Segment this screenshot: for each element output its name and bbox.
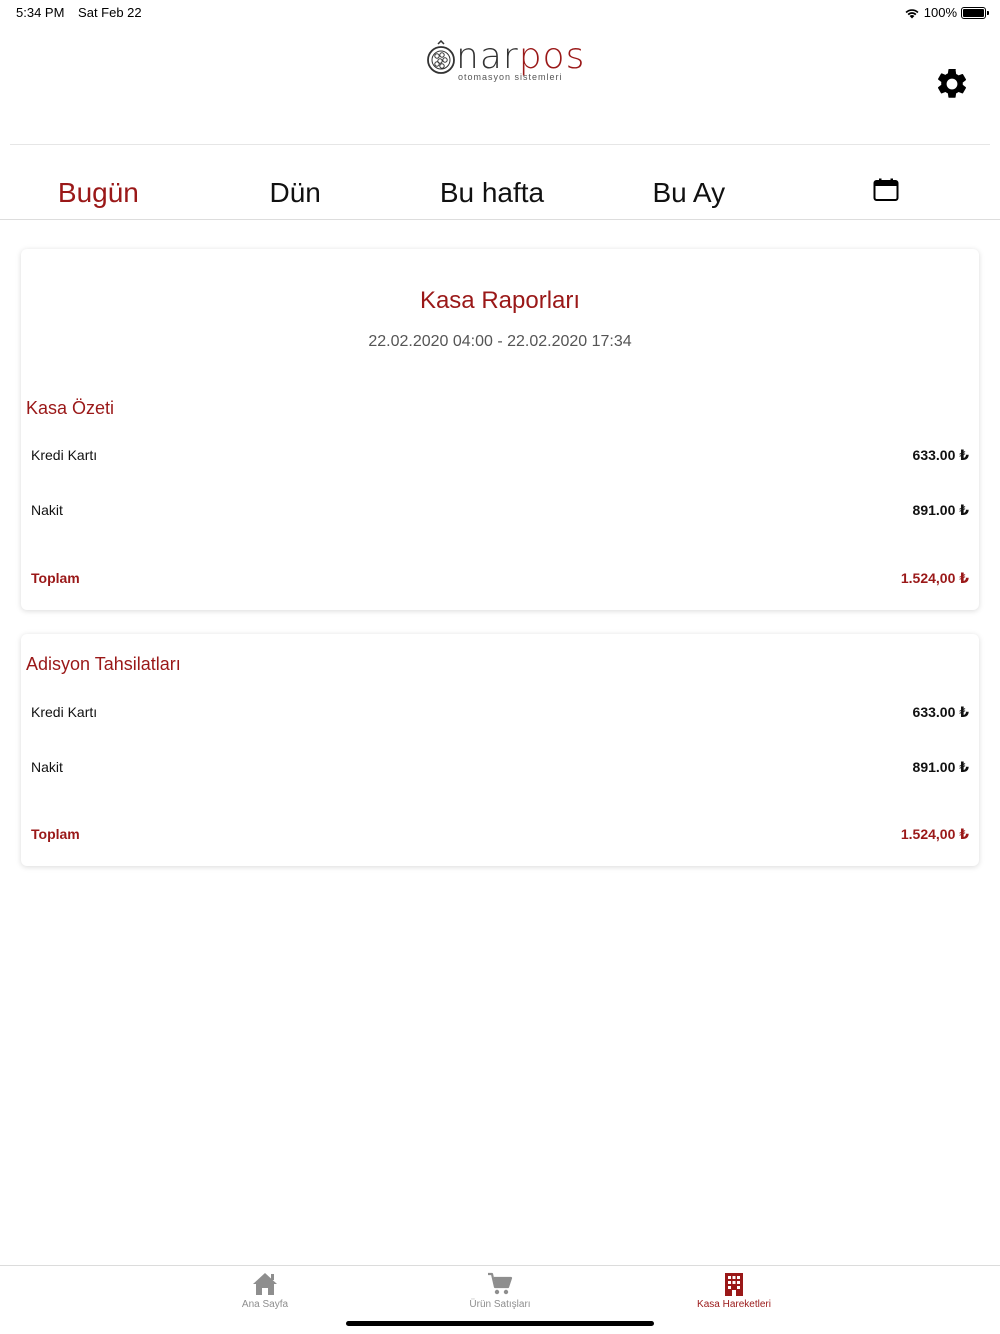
status-date: Sat Feb 22: [78, 5, 142, 20]
kasa-ozeti-title: Kasa Özeti: [26, 398, 115, 418]
list-item: Nakit 891.00 ₺: [31, 502, 969, 522]
logo-wordmark: narpos: [456, 36, 586, 77]
row-value: 633.00 ₺: [912, 447, 969, 463]
tab-yesterday[interactable]: Dün: [197, 166, 394, 219]
app-header: narpos otomasyon sistemleri: [0, 24, 1000, 144]
logo-subtitle: otomasyon sistemleri: [458, 72, 563, 82]
tabbar-label: Ürün Satışları: [469, 1299, 531, 1310]
row-label: Kredi Kartı: [31, 447, 98, 463]
total-row: Toplam 1.524,00 ₺: [31, 570, 969, 590]
tab-this-week[interactable]: Bu hafta: [394, 166, 591, 219]
total-value: 1.524,00 ₺: [900, 570, 969, 586]
total-value: 1.524,00 ₺: [900, 826, 969, 842]
list-item: Kredi Kartı 633.00 ₺: [31, 704, 969, 724]
home-icon: [253, 1273, 277, 1295]
building-icon: [725, 1273, 743, 1296]
tabbar-label: Ana Sayfa: [241, 1299, 289, 1310]
tab-today[interactable]: Bugün: [0, 166, 197, 219]
list-item: Kredi Kartı 633.00 ₺: [31, 447, 969, 467]
row-value: 891.00 ₺: [912, 759, 969, 775]
total-row: Toplam 1.524,00 ₺: [31, 826, 969, 846]
settings-button[interactable]: [934, 66, 970, 102]
report-date-range: 22.02.2020 04:00 - 22.02.2020 17:34: [368, 333, 632, 350]
narpos-logo: narpos otomasyon sistemleri: [426, 36, 584, 88]
home-indicator[interactable]: [346, 1321, 654, 1326]
tabbar-item-cash-movements[interactable]: Kasa Hareketleri: [674, 1272, 794, 1310]
tab-this-month[interactable]: Bu Ay: [590, 166, 787, 219]
date-filter-tabs: Bugün Dün Bu hafta Bu Ay: [0, 166, 1000, 220]
tabbar-item-product-sales[interactable]: Ürün Satışları: [440, 1272, 560, 1310]
status-bar: 5:34 PM Sat Feb 22 100%: [0, 0, 1000, 24]
tabbar-item-home[interactable]: Ana Sayfa: [205, 1272, 325, 1310]
kasa-report-card: Kasa Raporları 22.02.2020 04:00 - 22.02.…: [21, 249, 979, 610]
cart-icon: [488, 1272, 513, 1295]
pomegranate-logo-icon: [427, 40, 455, 74]
row-label: Nakit: [31, 502, 63, 518]
status-left: 5:34 PM Sat Feb 22: [16, 5, 152, 20]
header-divider: [10, 144, 990, 145]
total-label: Toplam: [31, 570, 80, 586]
row-value: 891.00 ₺: [912, 502, 969, 518]
report-title: Kasa Raporları: [419, 287, 581, 314]
calendar-icon: [873, 178, 899, 201]
battery-percent: 100%: [923, 5, 957, 20]
row-label: Kredi Kartı: [31, 704, 98, 720]
row-value: 633.00 ₺: [912, 704, 969, 720]
status-time: 5:34 PM: [16, 5, 65, 20]
gear-icon: [937, 68, 967, 98]
list-item: Nakit 891.00 ₺: [31, 759, 969, 779]
status-right: 100%: [904, 5, 989, 20]
adisyon-title: Adisyon Tahsilatları: [26, 654, 181, 674]
tab-calendar[interactable]: [787, 166, 984, 219]
tabbar-label: Kasa Hareketleri: [697, 1299, 771, 1310]
adisyon-card: Adisyon Tahsilatları Kredi Kartı 633.00 …: [21, 634, 979, 866]
total-label: Toplam: [31, 826, 80, 842]
row-label: Nakit: [31, 759, 63, 775]
wifi-icon: [905, 8, 919, 18]
battery-icon: [961, 6, 989, 19]
